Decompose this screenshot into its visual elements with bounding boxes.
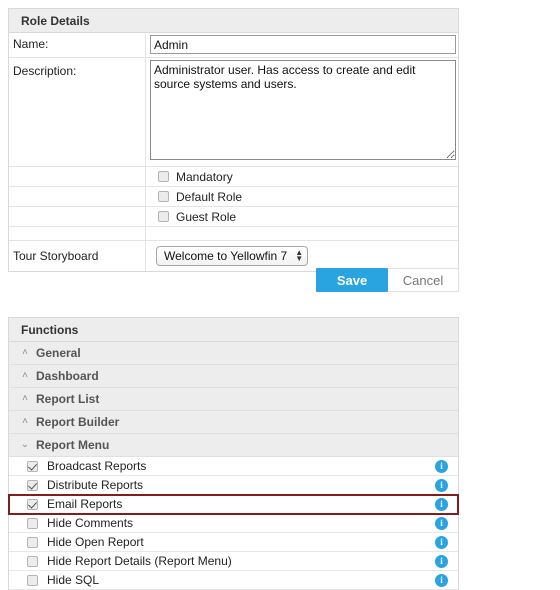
function-checkbox[interactable] xyxy=(27,479,38,491)
function-row[interactable]: Broadcast Reports i xyxy=(9,457,458,476)
description-row: Description: Administrator user. Has acc… xyxy=(9,58,458,167)
function-group-row[interactable]: ˄ General xyxy=(9,342,458,365)
chevron-up-icon[interactable]: ˄ xyxy=(19,348,31,358)
default-role-row[interactable]: Default Role xyxy=(9,187,458,207)
function-checkbox[interactable] xyxy=(27,536,38,548)
role-details-panel: Role Details Name: Description: Administ… xyxy=(8,8,459,272)
chevron-up-icon[interactable]: ˄ xyxy=(19,371,31,381)
mandatory-label: Mandatory xyxy=(176,169,233,184)
tour-storyboard-select[interactable]: Welcome to Yellowfin 7 ▲ ▼ xyxy=(156,246,309,266)
function-checkbox[interactable] xyxy=(27,555,38,567)
function-checkbox[interactable] xyxy=(27,517,38,529)
function-group-row[interactable]: ˄ Report List xyxy=(9,388,458,411)
chevron-down-icon[interactable]: ⌄ xyxy=(19,440,31,450)
row-spacer xyxy=(9,207,146,226)
default-role-label: Default Role xyxy=(176,189,243,204)
description-field-cell: Administrator user. Has access to create… xyxy=(146,58,460,166)
row-spacer xyxy=(9,187,146,206)
function-row[interactable]: Hide Comments i xyxy=(9,514,458,533)
function-group-label: General xyxy=(36,346,81,360)
guest-role-checkbox-wrap[interactable]: Guest Role xyxy=(146,210,236,224)
tour-storyboard-label: Tour Storyboard xyxy=(9,241,146,271)
tour-storyboard-field: Welcome to Yellowfin 7 ▲ ▼ xyxy=(146,246,458,266)
name-row: Name: xyxy=(9,33,458,58)
info-icon[interactable]: i xyxy=(435,573,448,587)
chevron-up-icon[interactable]: ˄ xyxy=(19,417,31,427)
function-row[interactable]: Distribute Reports i xyxy=(9,476,458,495)
name-input[interactable] xyxy=(150,35,456,54)
functions-tree: ˄ General ˄ Dashboard ˄ Report List ˄ Report Bu… xyxy=(8,342,459,590)
function-label: Hide Open Report xyxy=(47,535,144,549)
functions-panel: Functions ˄ General ˄ Dashboard ˄ Report List… xyxy=(8,317,459,590)
tour-storyboard-value: Welcome to Yellowfin 7 xyxy=(164,249,288,263)
select-arrows-icon: ▲ ▼ xyxy=(295,248,304,263)
guest-role-row[interactable]: Guest Role xyxy=(9,207,458,227)
function-checkbox[interactable] xyxy=(27,460,38,472)
spacer-row xyxy=(9,227,458,241)
function-group-label: Dashboard xyxy=(36,369,99,383)
info-icon[interactable]: i xyxy=(435,554,448,568)
guest-role-label: Guest Role xyxy=(176,209,237,224)
tour-storyboard-row: Tour Storyboard Welcome to Yellowfin 7 ▲… xyxy=(9,241,458,271)
info-icon[interactable]: i xyxy=(435,516,448,530)
function-checkbox[interactable] xyxy=(27,574,38,586)
description-textarea[interactable]: Administrator user. Has access to create… xyxy=(150,60,456,160)
chevron-up-icon[interactable]: ˄ xyxy=(19,394,31,404)
function-checkbox[interactable] xyxy=(27,498,38,510)
function-label: Hide Comments xyxy=(47,516,134,530)
function-label: Email Reports xyxy=(47,497,123,511)
function-label: Hide SQL xyxy=(47,573,100,587)
form-action-bar: Save Cancel xyxy=(8,268,459,292)
default-role-checkbox[interactable] xyxy=(158,191,169,202)
info-icon[interactable]: i xyxy=(435,535,448,549)
row-spacer xyxy=(9,227,146,240)
function-row[interactable]: Hide Report Details (Report Menu) i xyxy=(9,552,458,571)
functions-header: Functions xyxy=(9,318,458,342)
cancel-button[interactable]: Cancel xyxy=(388,268,459,292)
info-icon[interactable]: i xyxy=(435,478,448,492)
mandatory-row[interactable]: Mandatory xyxy=(9,167,458,187)
name-label: Name: xyxy=(9,33,146,57)
name-field-cell xyxy=(146,33,460,57)
guest-role-checkbox[interactable] xyxy=(158,211,169,222)
function-row-highlighted[interactable]: Email Reports i xyxy=(8,494,459,515)
save-button[interactable]: Save xyxy=(316,268,388,292)
role-details-header: Role Details xyxy=(9,9,458,33)
info-icon[interactable]: i xyxy=(435,497,448,511)
function-row[interactable]: Hide Open Report i xyxy=(9,533,458,552)
function-group-label: Report Menu xyxy=(36,438,110,452)
function-group-label: Report List xyxy=(36,392,100,406)
info-icon[interactable]: i xyxy=(435,459,448,473)
functions-title: Functions xyxy=(21,322,79,337)
mandatory-checkbox-wrap[interactable]: Mandatory xyxy=(146,170,233,184)
function-label: Hide Report Details (Report Menu) xyxy=(47,554,232,568)
function-group-row[interactable]: ˄ Dashboard xyxy=(9,365,458,388)
description-label: Description: xyxy=(9,58,146,166)
function-group-row[interactable]: ⌄ Report Menu xyxy=(9,434,458,457)
function-group-label: Report Builder xyxy=(36,415,120,429)
row-spacer xyxy=(9,167,146,186)
function-group-row[interactable]: ˄ Report Builder xyxy=(9,411,458,434)
role-management-page: Role Details Name: Description: Administ… xyxy=(0,0,560,590)
function-label: Distribute Reports xyxy=(47,478,144,492)
role-details-title: Role Details xyxy=(21,13,90,28)
function-label: Broadcast Reports xyxy=(47,459,147,473)
mandatory-checkbox[interactable] xyxy=(158,171,169,182)
default-role-checkbox-wrap[interactable]: Default Role xyxy=(146,190,242,204)
